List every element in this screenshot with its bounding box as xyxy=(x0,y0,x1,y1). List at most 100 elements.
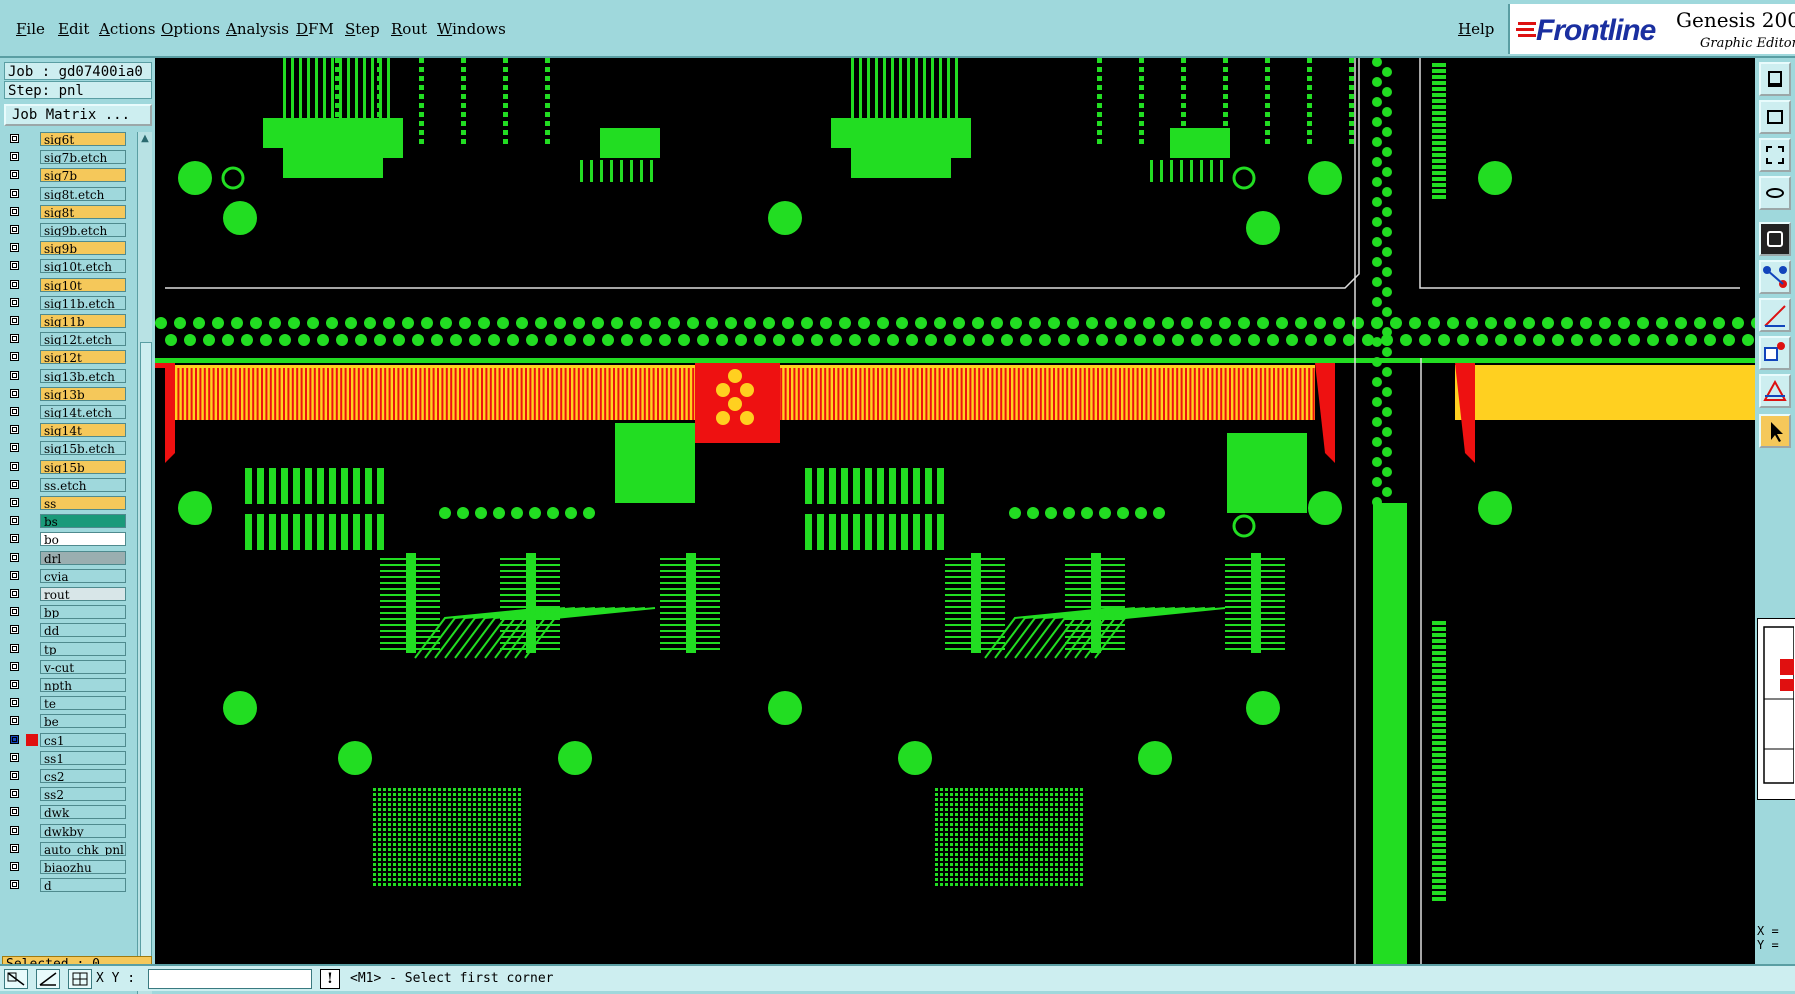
layer-row[interactable]: sig9b.etch xyxy=(4,223,132,238)
layer-checkbox[interactable] xyxy=(10,170,19,180)
layer-checkbox[interactable] xyxy=(10,370,19,380)
layer-row[interactable]: sig15b xyxy=(4,459,132,475)
menu-rout[interactable]: Rout xyxy=(391,20,427,38)
layer-row[interactable]: ss2 xyxy=(4,787,132,802)
layer-row[interactable]: sig13b.etch xyxy=(4,368,132,384)
layer-checkbox[interactable] xyxy=(10,498,19,507)
layer-row[interactable]: dd xyxy=(4,623,132,638)
mini-map[interactable] xyxy=(1757,618,1795,800)
layer-row[interactable]: ss.etch xyxy=(4,477,132,493)
layer-checkbox[interactable] xyxy=(10,698,19,708)
layer-checkbox[interactable] xyxy=(10,734,19,744)
layer-checkbox[interactable] xyxy=(10,261,19,271)
layer-row[interactable]: te xyxy=(4,696,132,711)
layer-label[interactable]: sig15b xyxy=(40,459,126,474)
menu-options[interactable]: Options xyxy=(161,20,220,38)
layer-label[interactable]: drl xyxy=(40,550,126,565)
layer-checkbox[interactable] xyxy=(10,316,19,325)
layer-checkbox[interactable] xyxy=(10,862,19,871)
menu-dfm[interactable]: DFM xyxy=(296,20,334,38)
layer-label[interactable]: cvia xyxy=(40,568,126,583)
menu-actions[interactable]: Actions xyxy=(99,20,155,38)
pan-button[interactable] xyxy=(1759,138,1791,172)
layer-checkbox[interactable] xyxy=(10,479,19,489)
layer-checkbox[interactable] xyxy=(10,752,19,762)
layer-checkbox[interactable] xyxy=(10,661,19,671)
drc-button[interactable] xyxy=(1759,374,1791,408)
layer-checkbox[interactable] xyxy=(10,534,19,544)
exclamation-icon[interactable]: ! xyxy=(320,969,340,989)
layer-checkbox[interactable] xyxy=(10,589,19,598)
layer-checkbox[interactable] xyxy=(10,625,19,635)
grid-tool-button[interactable] xyxy=(68,969,92,989)
layer-row[interactable]: be xyxy=(4,714,132,729)
layer-label[interactable]: dwkby xyxy=(40,823,126,838)
layer-label[interactable]: ss2 xyxy=(40,787,126,802)
layer-row[interactable]: rout xyxy=(4,587,132,602)
layer-label[interactable]: ss.etch xyxy=(40,477,126,492)
layer-label[interactable]: d xyxy=(40,878,126,893)
layer-row[interactable]: sig11b.etch xyxy=(4,295,132,311)
feature-button[interactable] xyxy=(1759,336,1791,370)
layer-label[interactable]: sig13b.etch xyxy=(40,368,126,383)
layer-label[interactable]: dwk xyxy=(40,805,126,820)
layer-scrollbar[interactable]: ▲ ▼ xyxy=(137,132,152,994)
layer-row[interactable]: sig7b xyxy=(4,168,132,183)
layer-row[interactable]: sig14t.etch xyxy=(4,405,132,420)
layer-label[interactable]: cs2 xyxy=(40,769,126,783)
layer-checkbox[interactable] xyxy=(10,552,19,562)
menu-windows[interactable]: Windows xyxy=(437,20,506,38)
layer-row[interactable]: sig8t.etch xyxy=(4,186,132,202)
graphic-canvas[interactable] xyxy=(155,58,1755,964)
layer-row[interactable]: sig10t.etch xyxy=(4,259,132,274)
layer-label[interactable]: sig14t xyxy=(40,423,126,438)
layer-label[interactable]: bo xyxy=(40,532,126,547)
layer-row[interactable]: bo xyxy=(4,532,132,547)
layer-row[interactable]: sig15b.etch xyxy=(4,441,132,456)
layer-label[interactable]: sig13b xyxy=(40,386,126,401)
layer-label[interactable]: sig8t.etch xyxy=(40,186,126,201)
layer-checkbox[interactable] xyxy=(10,461,19,471)
layer-checkbox[interactable] xyxy=(10,225,19,234)
layer-row[interactable]: dwkby xyxy=(4,823,132,839)
layer-checkbox[interactable] xyxy=(10,297,19,307)
layer-checkbox[interactable] xyxy=(10,188,19,198)
layer-label[interactable]: sig8t xyxy=(40,204,126,219)
layer-row[interactable]: ss1 xyxy=(4,750,132,766)
layer-label[interactable]: sig15b.etch xyxy=(40,441,126,456)
zoom-home-button[interactable] xyxy=(1759,100,1791,134)
layer-label[interactable]: sig9b.etch xyxy=(40,223,126,237)
layer-checkbox[interactable] xyxy=(10,771,19,780)
menu-help[interactable]: Help xyxy=(1458,20,1494,38)
scroll-thumb[interactable] xyxy=(140,342,152,964)
layer-checkbox[interactable] xyxy=(10,206,19,216)
snap-button[interactable] xyxy=(1759,222,1791,256)
layer-checkbox[interactable] xyxy=(10,680,19,689)
layer-checkbox[interactable] xyxy=(10,243,19,253)
layer-row[interactable]: drl xyxy=(4,550,132,566)
angle-tool-button[interactable] xyxy=(36,969,60,989)
layer-checkbox[interactable] xyxy=(10,880,19,890)
layer-row[interactable]: d xyxy=(4,878,132,893)
layer-row[interactable]: v-cut xyxy=(4,659,132,675)
layer-checkbox[interactable] xyxy=(10,516,19,526)
layer-row[interactable]: cs2 xyxy=(4,769,132,784)
layer-row[interactable]: biaozhu xyxy=(4,860,132,875)
layer-row[interactable]: cs1 xyxy=(4,732,132,748)
select-button[interactable] xyxy=(1759,260,1791,294)
pcb-board-view[interactable] xyxy=(155,58,1755,964)
layer-label[interactable]: rout xyxy=(40,587,126,601)
layer-label[interactable]: te xyxy=(40,696,126,711)
layer-label[interactable]: dd xyxy=(40,623,126,638)
layer-row[interactable]: sig11b xyxy=(4,314,132,329)
layer-checkbox[interactable] xyxy=(10,407,19,416)
layer-label[interactable]: be xyxy=(40,714,126,729)
layer-label[interactable]: ss1 xyxy=(40,750,126,765)
layer-label[interactable]: sig7b.etch xyxy=(40,150,126,165)
layer-row[interactable]: sig12t.etch xyxy=(4,332,132,347)
layer-checkbox[interactable] xyxy=(10,443,19,453)
layer-label[interactable]: sig6t xyxy=(40,132,126,146)
layer-row[interactable]: sig14t xyxy=(4,423,132,438)
layer-label[interactable]: tp xyxy=(40,641,126,656)
layer-row[interactable]: ss xyxy=(4,496,132,511)
